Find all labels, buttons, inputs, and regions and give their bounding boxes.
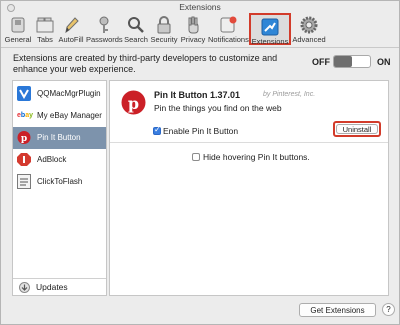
preferences-toolbar: General Tabs AutoFill Passwords Search S… — [1, 13, 399, 48]
toggle-knob[interactable] — [334, 56, 352, 67]
toolbar-passwords-label: Passwords — [86, 35, 123, 44]
sidebar-updates[interactable]: Updates — [13, 278, 106, 296]
toolbar-passwords[interactable]: Passwords — [86, 13, 123, 45]
get-extensions-button[interactable]: Get Extensions — [299, 303, 376, 317]
ebay-icon: ebay — [17, 112, 33, 119]
toolbar-privacy[interactable]: Privacy — [179, 13, 207, 45]
pinterest-logo-icon: p — [121, 90, 146, 115]
sidebar-item-label: AdBlock — [37, 155, 67, 164]
toolbar-privacy-label: Privacy — [180, 35, 206, 44]
gear-icon — [300, 16, 318, 34]
adblock-icon — [17, 153, 31, 166]
close-window-button[interactable] — [7, 4, 15, 12]
title-bar: Extensions — [1, 1, 399, 13]
extension-title: Pin It Button 1.37.01 — [154, 90, 241, 100]
toolbar-tabs-label: Tabs — [37, 35, 53, 44]
sidebar-item-label: QQMacMgrPlugin — [37, 89, 101, 98]
toolbar-notifications[interactable]: Notifications — [208, 13, 249, 45]
hide-hovering-checkbox[interactable] — [192, 153, 200, 161]
toolbar-extensions[interactable]: Extensions — [249, 13, 291, 46]
hand-icon — [188, 16, 199, 34]
divider — [110, 142, 388, 143]
uninstall-highlight: Uninstall — [333, 121, 381, 137]
toolbar-security-label: Security — [150, 35, 178, 44]
toolbar-tabs[interactable]: Tabs — [34, 13, 56, 45]
toolbar-advanced[interactable]: Advanced — [292, 13, 326, 45]
notification-icon — [220, 16, 237, 33]
extension-tagline: Pin the things you find on the web — [154, 103, 282, 113]
pencil-icon — [65, 17, 79, 34]
clicktoflash-icon — [17, 174, 31, 189]
sidebar-item-pin-it-button[interactable]: p Pin It Button — [13, 127, 106, 149]
svg-text:p: p — [21, 134, 27, 144]
toolbar-search-label: Search — [124, 35, 148, 44]
toolbar-autofill-label: AutoFill — [58, 35, 84, 44]
toggle-on-label: ON — [377, 57, 391, 67]
search-icon — [128, 17, 144, 33]
sidebar-item-label: ClickToFlash — [37, 177, 83, 186]
sidebar-item-label: Pin It Button — [37, 133, 81, 142]
key-icon — [99, 16, 109, 33]
window-title: Extensions — [179, 2, 221, 12]
sidebar-item-qqmacmgrplugin[interactable]: QQMacMgrPlugin — [13, 83, 106, 105]
extension-detail-panel: p Pin It Button 1.37.01 by Pinterest, In… — [109, 80, 389, 296]
pinterest-icon: p — [17, 131, 31, 144]
toolbar-notifications-label: Notifications — [208, 35, 249, 44]
sidebar-item-label: My eBay Manager — [37, 111, 102, 120]
uninstall-button[interactable]: Uninstall — [336, 124, 378, 134]
hide-hovering-label: Hide hovering Pin It buttons. — [203, 152, 310, 162]
toggle-off-label: OFF — [312, 57, 330, 67]
enable-extension-label: Enable Pin It Button — [163, 126, 239, 136]
toolbar-advanced-label: Advanced — [292, 35, 326, 44]
extensions-window: Extensions General Tabs AutoFill Passwor… — [0, 0, 400, 325]
extension-developer-link[interactable]: by Pinterest, Inc. — [263, 91, 315, 98]
extensions-toggle[interactable] — [333, 55, 371, 68]
toolbar-autofill[interactable]: AutoFill — [57, 13, 85, 45]
updates-icon — [19, 282, 30, 293]
sidebar-item-my-ebay-manager[interactable]: ebay My eBay Manager — [13, 105, 106, 127]
sidebar-item-clicktoflash[interactable]: ClickToFlash — [13, 171, 106, 193]
qq-mac-manager-icon — [17, 86, 31, 101]
toolbar-search[interactable]: Search — [123, 13, 149, 45]
extensions-list: QQMacMgrPlugin ebay My eBay Manager p Pi… — [12, 80, 107, 296]
toolbar-extensions-label: Extensions — [251, 37, 289, 46]
switch-icon — [11, 17, 25, 33]
puzzle-icon — [261, 18, 279, 36]
svg-text:p: p — [128, 94, 139, 113]
sidebar-item-adblock[interactable]: AdBlock — [13, 149, 106, 171]
updates-label: Updates — [36, 282, 68, 292]
extensions-description: Extensions are created by third-party de… — [13, 53, 278, 74]
help-button[interactable]: ? — [382, 303, 395, 316]
enable-extension-checkbox[interactable] — [153, 125, 161, 135]
toolbar-general[interactable]: General — [3, 13, 33, 45]
toolbar-general-label: General — [4, 35, 32, 44]
tabs-icon — [36, 17, 54, 33]
lock-icon — [157, 16, 171, 34]
toolbar-security[interactable]: Security — [150, 13, 178, 45]
